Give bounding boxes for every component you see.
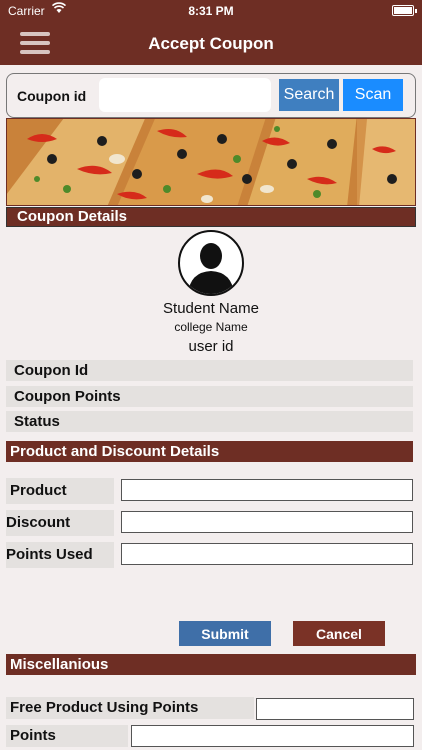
user-id: user id (188, 338, 234, 355)
pizza-banner-image (6, 118, 416, 206)
submit-button[interactable]: Submit (179, 621, 271, 646)
status-row: Status (6, 411, 413, 432)
nav-bar: Accept Coupon (0, 22, 422, 65)
free-product-input[interactable] (256, 698, 414, 720)
points-label: Points (6, 725, 128, 747)
page-title: Accept Coupon (148, 34, 274, 53)
search-button[interactable]: Search (279, 79, 339, 111)
user-silhouette-icon (178, 230, 244, 296)
status-time: 8:31 PM (188, 4, 234, 18)
discount-input[interactable] (121, 511, 413, 533)
product-discount-header: Product and Discount Details (6, 441, 413, 462)
product-input[interactable] (121, 479, 413, 501)
points-used-label: Points Used (6, 542, 114, 568)
points-used-input[interactable] (121, 543, 413, 565)
scan-button[interactable]: Scan (343, 79, 403, 111)
product-label: Product (6, 478, 114, 504)
coupon-id-label: Coupon id (17, 88, 87, 104)
coupon-id-input[interactable] (99, 78, 271, 112)
college-name: college Name (174, 320, 248, 334)
student-name: Student Name (163, 300, 259, 317)
coupon-details-header: Coupon Details (6, 207, 416, 227)
miscellaneous-header: Miscellanious (6, 654, 416, 675)
cancel-button[interactable]: Cancel (293, 621, 385, 646)
coupon-search-bar: Coupon id Search Scan (6, 73, 416, 118)
points-input[interactable] (131, 725, 414, 747)
coupon-id-row: Coupon Id (6, 360, 413, 381)
status-bar: Carrier 8:31 PM (0, 0, 422, 22)
discount-label: Discount (6, 510, 114, 536)
free-product-label: Free Product Using Points (6, 697, 254, 719)
coupon-points-row: Coupon Points (6, 386, 413, 407)
battery-icon (392, 5, 417, 16)
